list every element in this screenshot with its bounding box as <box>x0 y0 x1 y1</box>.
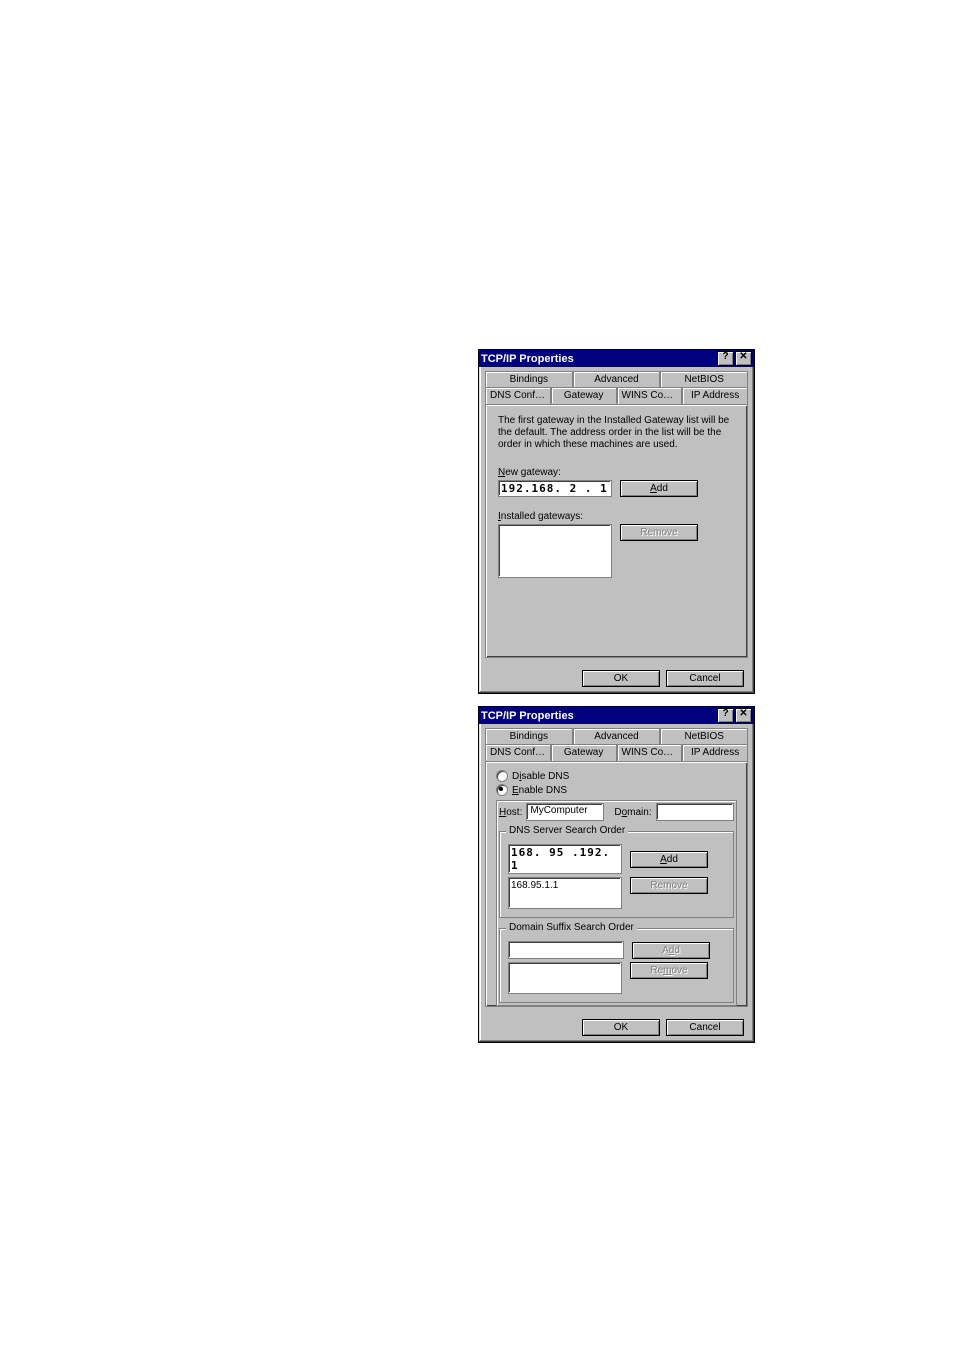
tab-netbios[interactable]: NetBIOS <box>660 371 748 387</box>
tab-gateway[interactable]: Gateway <box>551 387 617 404</box>
list-item[interactable]: 168.95.1.1 <box>511 880 619 891</box>
domain-label: Domain: <box>614 807 651 818</box>
close-icon[interactable]: ✕ <box>735 708 752 723</box>
ok-button[interactable]: OK <box>582 670 660 687</box>
tab-wins-configuration[interactable]: WINS Configuration <box>617 744 683 761</box>
radio-icon <box>496 770 508 782</box>
tab-dns-configuration[interactable]: DNS Configuration <box>485 387 551 404</box>
dns-search-order-label: DNS Server Search Order <box>506 825 628 836</box>
radio-icon <box>496 784 508 796</box>
titlebar: TCP/IP Properties ? ✕ <box>479 350 754 367</box>
enable-dns-label: Enable DNS <box>512 785 567 796</box>
tab-gateway[interactable]: Gateway <box>551 744 617 761</box>
suffix-add-button: Add <box>632 942 710 959</box>
dns-add-button[interactable]: Add <box>630 851 708 868</box>
new-gateway-label: New gateway: <box>498 467 735 478</box>
tab-advanced[interactable]: Advanced <box>573 728 661 744</box>
gateway-help-text: The first gateway in the Installed Gatew… <box>498 415 735 451</box>
cancel-button[interactable]: Cancel <box>666 1019 744 1036</box>
tcpip-properties-dialog-dns: TCP/IP Properties ? ✕ Bindings Advanced … <box>478 706 755 1043</box>
disable-dns-label: Disable DNS <box>512 771 569 782</box>
host-input[interactable]: MyComputer <box>526 803 604 821</box>
domain-suffix-label: Domain Suffix Search Order <box>506 922 637 933</box>
tab-bindings[interactable]: Bindings <box>485 371 573 387</box>
enable-dns-radio[interactable]: Enable DNS <box>496 784 737 796</box>
disable-dns-radio[interactable]: Disable DNS <box>496 770 737 782</box>
suffix-remove-button: Remove <box>630 962 708 979</box>
tab-wins-configuration[interactable]: WINS Configuration <box>617 387 683 404</box>
suffix-input[interactable] <box>508 941 624 959</box>
installed-gateways-label: Installed gateways: <box>498 511 735 522</box>
help-icon[interactable]: ? <box>717 708 734 723</box>
add-button[interactable]: Add <box>620 480 698 497</box>
title-text: TCP/IP Properties <box>481 710 574 722</box>
ok-button[interactable]: OK <box>582 1019 660 1036</box>
tab-bindings[interactable]: Bindings <box>485 728 573 744</box>
tab-netbios[interactable]: NetBIOS <box>660 728 748 744</box>
help-icon[interactable]: ? <box>717 351 734 366</box>
domain-input[interactable] <box>656 803 734 821</box>
new-gateway-input[interactable]: 192.168. 2 . 1 <box>498 480 612 497</box>
title-text: TCP/IP Properties <box>481 353 574 365</box>
dns-remove-button: Remove <box>630 877 708 894</box>
tab-ip-address[interactable]: IP Address <box>682 387 748 404</box>
tcpip-properties-dialog-gateway: TCP/IP Properties ? ✕ Bindings Advanced … <box>478 349 755 694</box>
suffix-list[interactable] <box>508 962 622 994</box>
cancel-button[interactable]: Cancel <box>666 670 744 687</box>
host-label: Host: <box>499 807 522 818</box>
installed-gateways-list[interactable] <box>498 524 612 578</box>
dns-server-list[interactable]: 168.95.1.1 <box>508 877 622 909</box>
titlebar: TCP/IP Properties ? ✕ <box>479 707 754 724</box>
tab-advanced[interactable]: Advanced <box>573 371 661 387</box>
tab-ip-address[interactable]: IP Address <box>682 744 748 761</box>
remove-button: Remove <box>620 524 698 541</box>
dns-server-input[interactable]: 168. 95 .192. 1 <box>508 844 622 874</box>
tab-dns-configuration[interactable]: DNS Configuration <box>485 744 551 761</box>
close-icon[interactable]: ✕ <box>735 351 752 366</box>
